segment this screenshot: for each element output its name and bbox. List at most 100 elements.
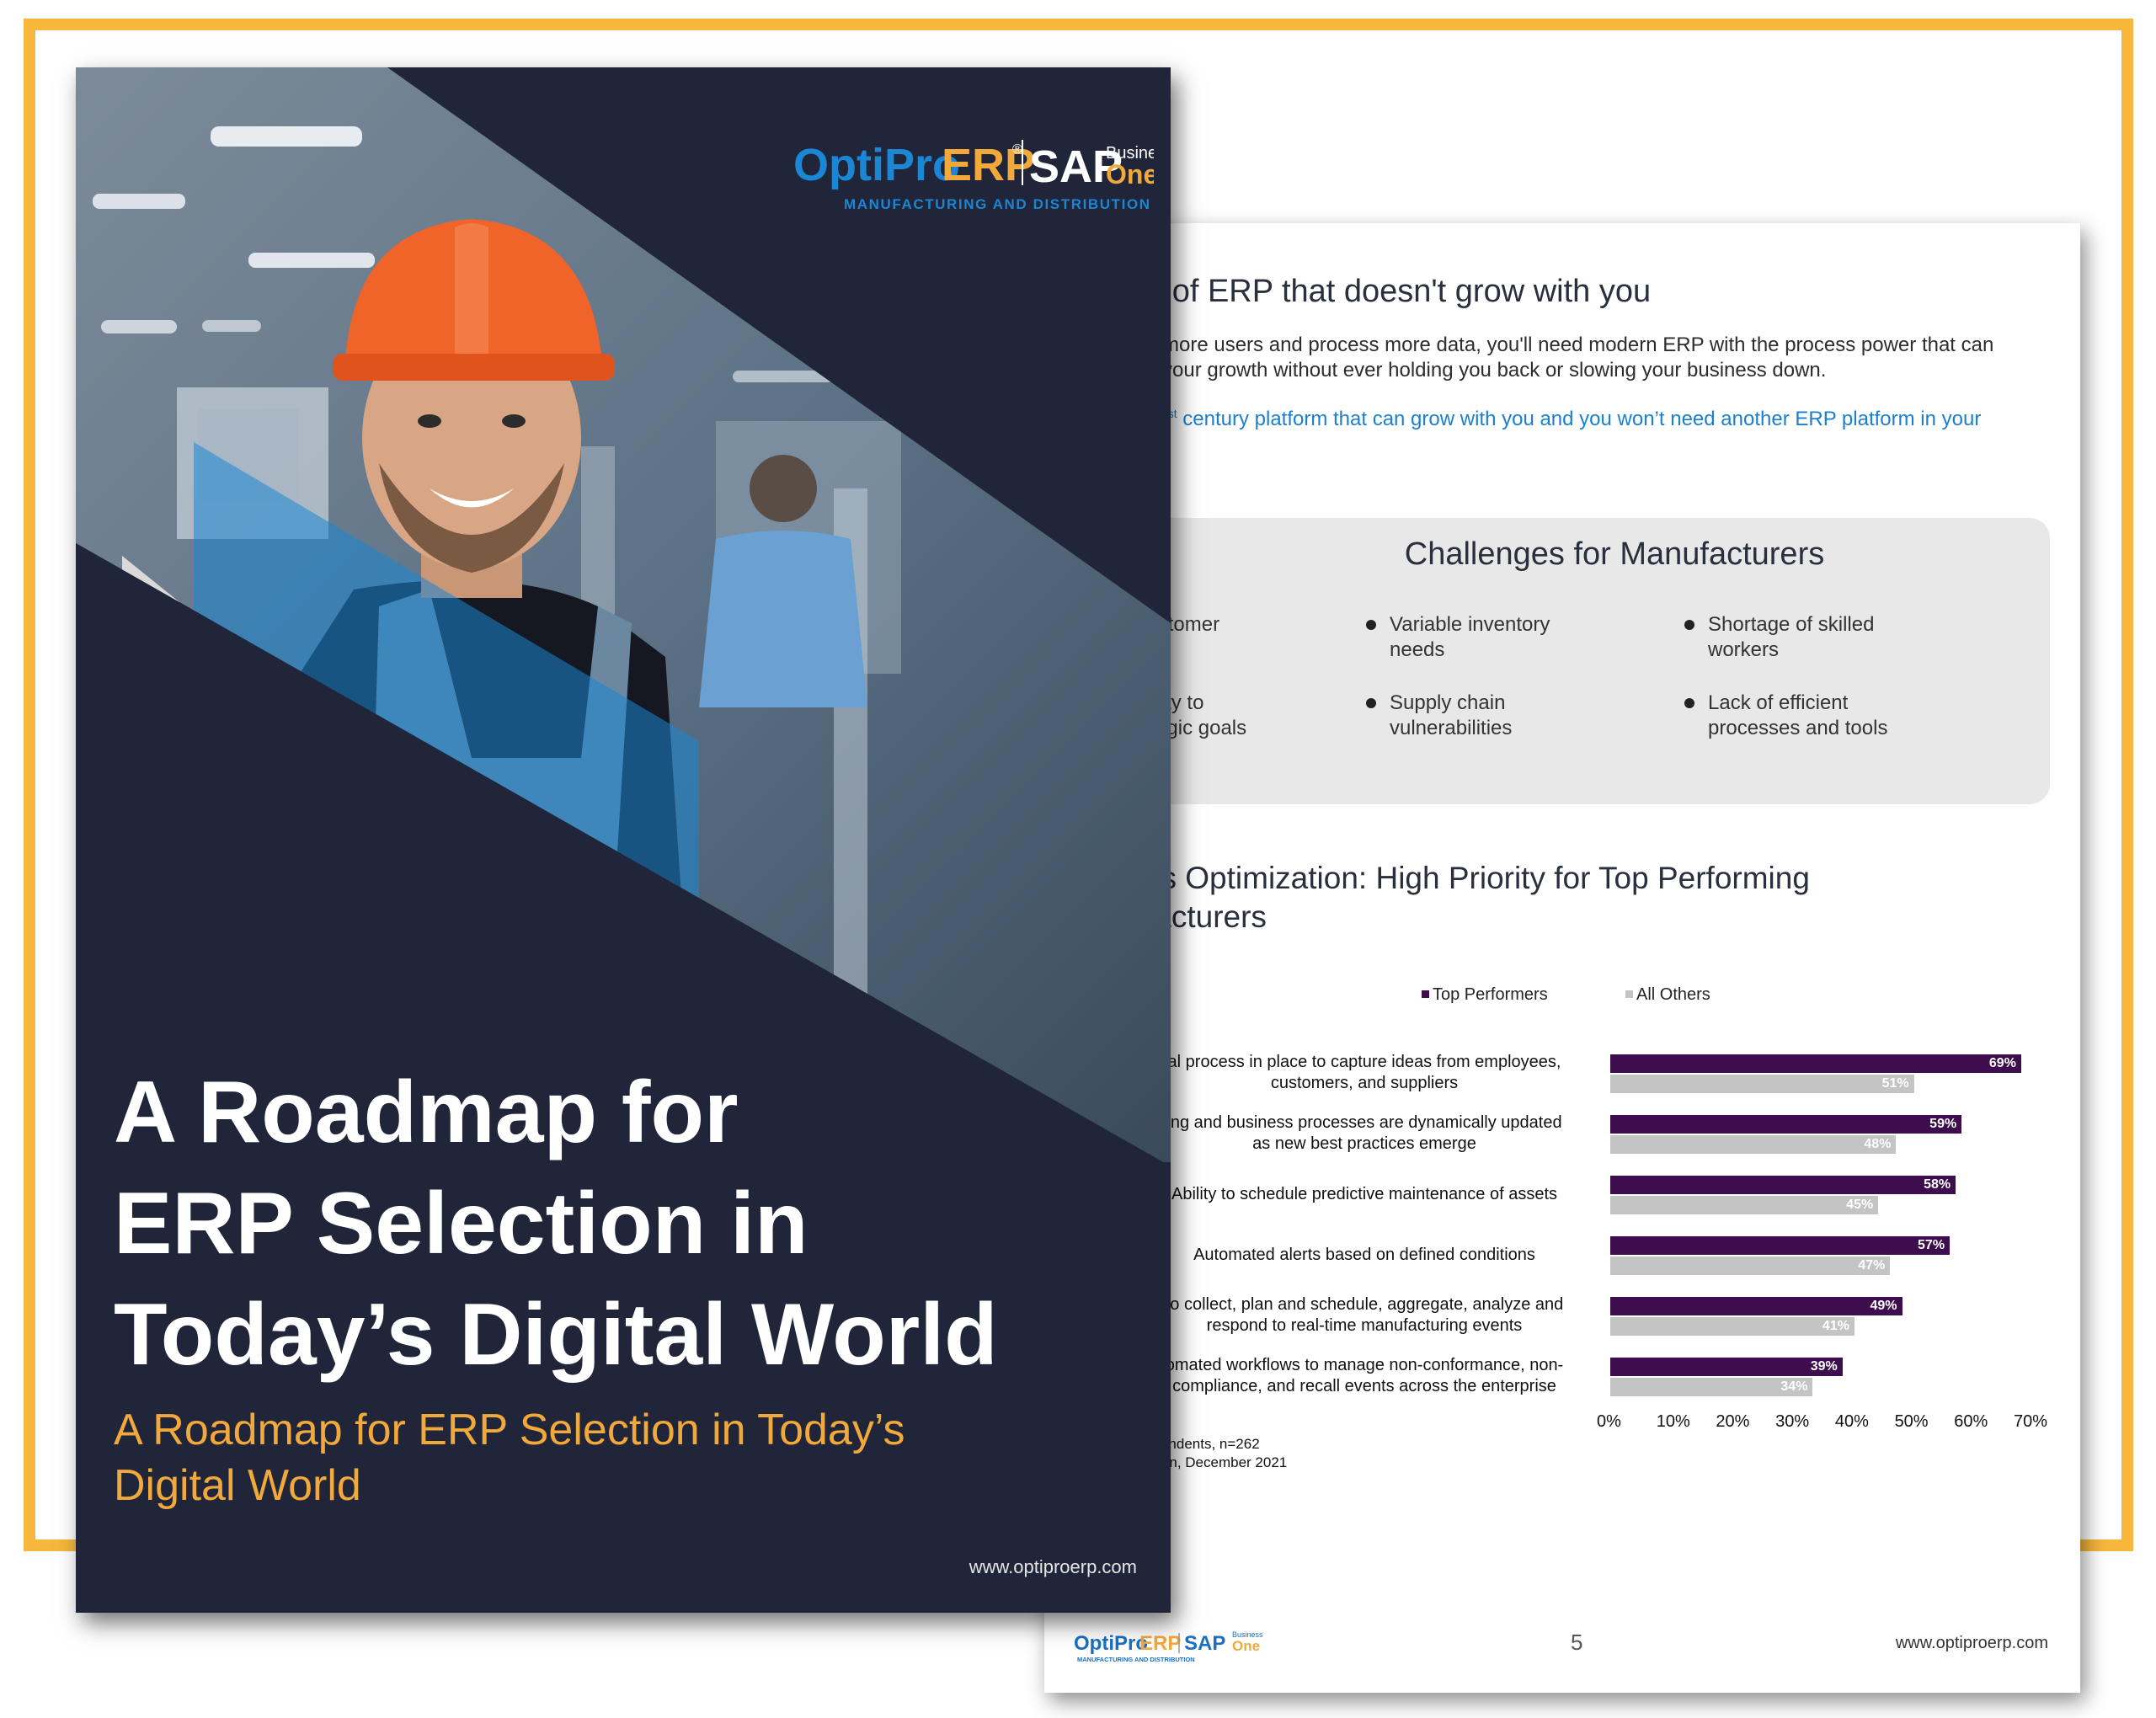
x-tick-label: 40% <box>1834 1412 1869 1431</box>
challenge-line: workers <box>1708 638 1780 661</box>
cover-subtitle-line: A Roadmap for ERP Selection in Today’s <box>114 1406 905 1454</box>
bar-value-label: 51% <box>1881 1076 1909 1091</box>
challenge-line: Lack of efficient <box>1708 691 1849 714</box>
bar-value-label: 59% <box>1929 1117 1957 1131</box>
bar-value-label: 47% <box>1858 1258 1886 1272</box>
svg-text:SAP: SAP <box>1184 1632 1225 1655</box>
legend-label: All Others <box>1636 985 1710 1004</box>
svg-text:ERP: ERP <box>1139 1632 1181 1655</box>
x-tick-label: 10% <box>1656 1412 1690 1431</box>
cover-title: A Roadmap for ERP Selection in Today’s D… <box>114 1057 1124 1390</box>
svg-text:OptiPro: OptiPro <box>1074 1632 1148 1655</box>
optipro-sap-logo: OptiPro ERP ® SAP Business One MANUFACTU… <box>793 140 1171 212</box>
challenge-item: Shortage of skilled workers <box>1684 612 1874 663</box>
inner-page: e of ERP that doesn't grow with you d mo… <box>1044 223 2080 1693</box>
legend-all-others: All Others <box>1625 985 1710 1005</box>
bar-value-label: 57% <box>1918 1238 1945 1252</box>
bullet-icon <box>1684 698 1694 708</box>
legend-label: Top Performers <box>1433 985 1548 1004</box>
svg-text:®: ® <box>1012 142 1022 157</box>
challenge-item: Variable inventory needs <box>1366 612 1550 663</box>
legend-swatch <box>1422 990 1429 998</box>
ebook-cover: OptiPro ERP ® SAP Business One MANUFACTU… <box>76 67 1171 1613</box>
optipro-sap-logo-small: OptiPro ERP SAP Business One MANUFACTURI… <box>1074 1630 1263 1663</box>
bar-top-performers: 57% <box>1610 1236 1951 1255</box>
x-tick-label: 0% <box>1597 1412 1621 1431</box>
cover-title-line: A Roadmap for <box>114 1064 739 1161</box>
bar-category-label: Ability to schedule predictive maintenan… <box>1129 1184 1600 1205</box>
x-tick-label: 70% <box>2014 1412 2048 1431</box>
svg-text:One: One <box>1232 1638 1260 1654</box>
bar-all-others: 47% <box>1610 1256 1891 1275</box>
bar-all-others: 41% <box>1610 1317 1854 1336</box>
optimization-title-line: ss Optimization: High Priority for Top P… <box>1145 861 1810 895</box>
x-tick-label: 50% <box>1894 1412 1929 1431</box>
x-tick-label: 60% <box>1954 1412 1988 1431</box>
challenge-line: vulnerabilities <box>1390 717 1513 739</box>
page-heading: e of ERP that doesn't grow with you <box>1145 274 1652 309</box>
bar-all-others: 48% <box>1610 1135 1897 1154</box>
bar-category-line: to collect, plan and schedule, aggregate… <box>1165 1295 1564 1314</box>
bar-category-line: al process in place to capture ideas fro… <box>1167 1053 1561 1071</box>
bar-category-line: ing and business processes are dynamical… <box>1166 1113 1562 1132</box>
bar-category-line: Automated alerts based on defined condit… <box>1193 1245 1535 1264</box>
bar-value-label: 39% <box>1810 1359 1838 1374</box>
bar-category-line: compliance, and recall events across the… <box>1172 1377 1556 1395</box>
page-paragraph: d more users and process more data, you'… <box>1145 333 2055 383</box>
bar-category-line: Ability to schedule predictive maintenan… <box>1171 1184 1558 1203</box>
bar-category-label: Automated alerts based on defined condit… <box>1129 1245 1600 1266</box>
svg-text:MANUFACTURING AND DISTRIBUTION: MANUFACTURING AND DISTRIBUTION <box>1077 1656 1195 1663</box>
x-tick-label: 20% <box>1716 1412 1750 1431</box>
bar-top-performers: 58% <box>1610 1176 1956 1194</box>
bar-top-performers: 59% <box>1610 1115 1962 1134</box>
bar-value-label: 69% <box>1988 1056 2016 1070</box>
paragraph-line: d more users and process more data, you'… <box>1145 333 1994 356</box>
paragraph-line: n your growth without ever holding you b… <box>1145 359 1827 381</box>
bar-value-label: 49% <box>1870 1299 1897 1313</box>
cover-subtitle-line: Digital World <box>114 1461 361 1510</box>
challenge-line: needs <box>1390 638 1445 661</box>
challenges-title: Challenges for Manufacturers <box>1404 536 1825 572</box>
bar-top-performers: 39% <box>1610 1358 1843 1376</box>
svg-text:One: One <box>1106 159 1154 189</box>
page-number: 5 <box>1571 1630 1583 1655</box>
svg-text:OptiPro: OptiPro <box>793 140 960 190</box>
bar-category-line: customers, and suppliers <box>1270 1074 1459 1092</box>
bar-all-others: 51% <box>1610 1075 1914 1093</box>
bar-value-label: 41% <box>1822 1319 1849 1333</box>
cover-title-line: Today’s Digital World <box>114 1286 998 1384</box>
cover-title-line: ERP Selection in <box>114 1175 808 1272</box>
bar-category-label: omated workflows to manage non-conforman… <box>1129 1355 1600 1397</box>
cover-logo: OptiPro ERP ® SAP Business One MANUFACTU… <box>716 128 1171 225</box>
bullet-icon <box>1366 620 1376 630</box>
challenges-box: Challenges for Manufacturers luctuating … <box>1044 518 2050 804</box>
bar-category-line: omated workflows to manage non-conforman… <box>1165 1356 1564 1374</box>
bar-value-label: 34% <box>1780 1379 1808 1394</box>
bar-category-label: ing and business processes are dynamical… <box>1129 1112 1600 1155</box>
optimization-title-line: facturers <box>1145 899 1267 934</box>
bar-value-label: 48% <box>1864 1137 1892 1151</box>
challenge-item: Lack of efficient processes and tools <box>1684 691 1888 741</box>
bar-category-line: as new best practices emerge <box>1252 1134 1476 1153</box>
bullet-icon <box>1684 620 1694 630</box>
bar-category-label: to collect, plan and schedule, aggregate… <box>1129 1294 1600 1337</box>
highlight-link[interactable]: 21st century platform that can grow with… <box>1145 407 1981 431</box>
bar-category-label: al process in place to capture ideas fro… <box>1129 1052 1600 1094</box>
bullet-icon <box>1366 698 1376 708</box>
challenge-item: Supply chain vulnerabilities <box>1366 691 1513 741</box>
legend-top-performers: Top Performers <box>1422 985 1548 1005</box>
link-text-post: century platform that can grow with you … <box>1177 408 1982 430</box>
bar-all-others: 34% <box>1610 1378 1813 1396</box>
challenge-line: Supply chain <box>1390 691 1506 714</box>
page-url[interactable]: www.optiproerp.com <box>1896 1634 2048 1653</box>
legend-swatch <box>1625 990 1633 998</box>
bar-top-performers: 49% <box>1610 1297 1903 1315</box>
x-tick-label: 30% <box>1775 1412 1810 1431</box>
challenge-line: Variable inventory <box>1390 613 1550 636</box>
bar-value-label: 58% <box>1924 1177 1951 1192</box>
footer-logo: OptiPro ERP SAP Business One MANUFACTURI… <box>1074 1628 1276 1670</box>
cover-url[interactable]: www.optiproerp.com <box>969 1556 1137 1578</box>
cover-subtitle: A Roadmap for ERP Selection in Today’s D… <box>114 1402 1040 1513</box>
challenge-line: processes and tools <box>1708 717 1888 739</box>
bar-top-performers: 69% <box>1610 1054 2021 1073</box>
